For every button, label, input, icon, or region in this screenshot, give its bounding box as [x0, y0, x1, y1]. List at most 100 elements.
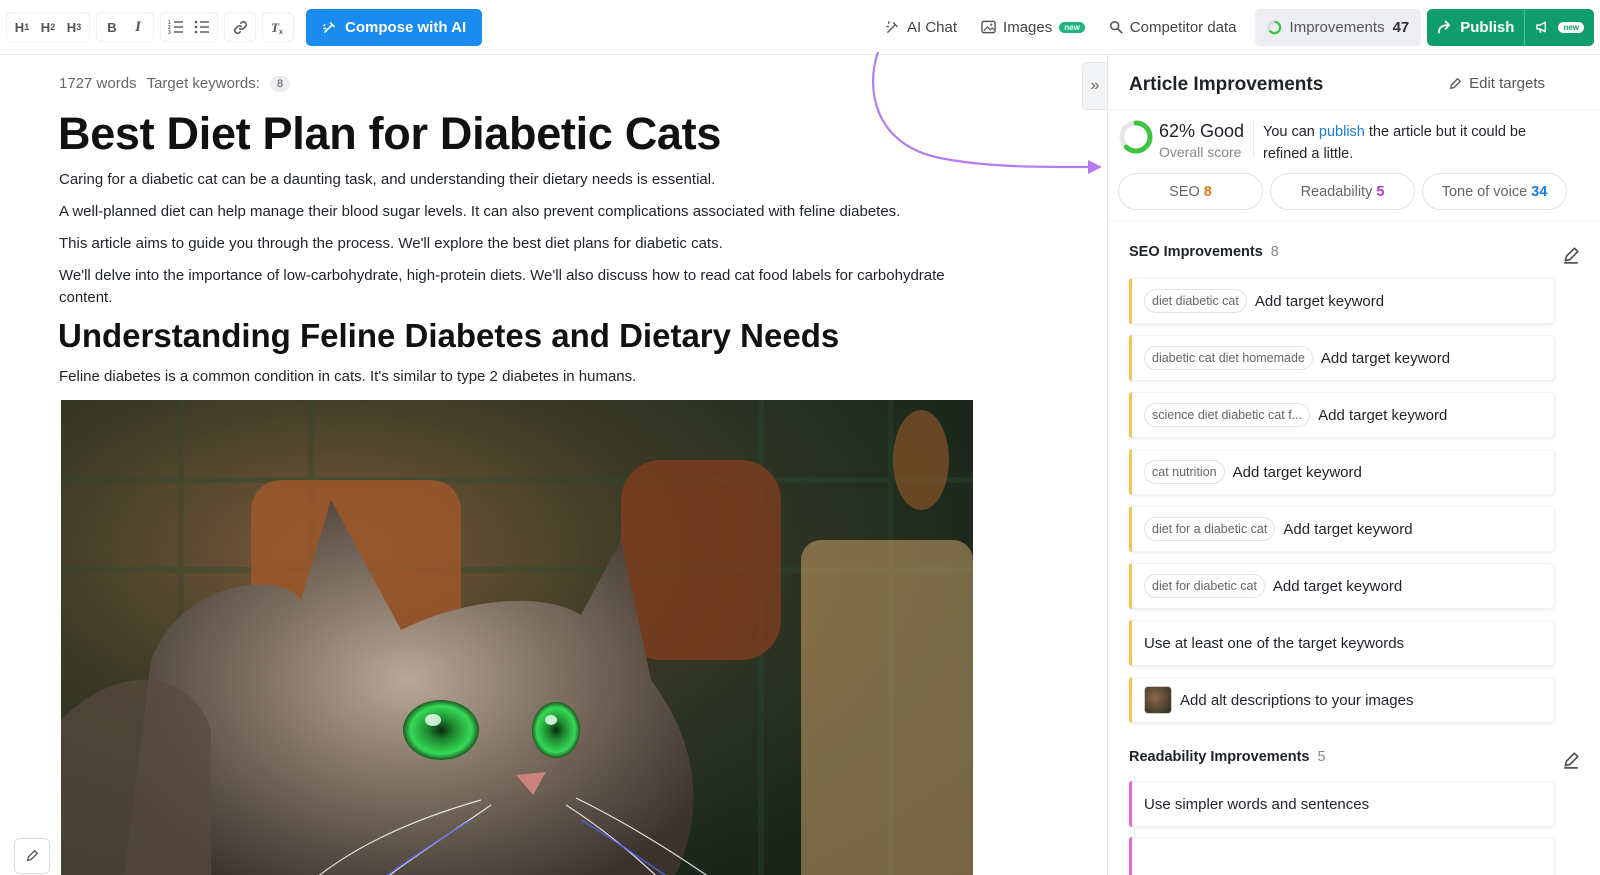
- images-label: Images: [1003, 18, 1053, 36]
- compose-with-ai-button[interactable]: Compose with AI: [306, 8, 483, 46]
- article-meta: 1727 words Target keywords: 8: [59, 75, 291, 92]
- floating-edit-button[interactable]: [14, 838, 50, 874]
- clear-format-group: Tx: [262, 12, 294, 42]
- heading-3-button[interactable]: H3: [62, 15, 86, 39]
- readability-section-title: Readability Improvements: [1129, 749, 1310, 765]
- search-icon: [1109, 20, 1123, 34]
- heading-2-button[interactable]: H2: [36, 15, 60, 39]
- keyword-chip: cat nutrition: [1144, 460, 1225, 484]
- item-text: Use at least one of the target keywords: [1144, 634, 1405, 652]
- pencil-icon[interactable]: [1562, 751, 1580, 769]
- paragraph[interactable]: Caring for a diabetic cat can be a daunt…: [59, 169, 999, 191]
- item-text: Add target keyword: [1254, 292, 1385, 310]
- section-heading[interactable]: Understanding Feline Diabetes and Dietar…: [58, 317, 839, 355]
- link-icon: [233, 20, 247, 34]
- target-keywords-count[interactable]: 8: [269, 75, 291, 92]
- item-text: Use simpler words and sentences: [1144, 795, 1370, 813]
- item-text: Add target keyword: [1283, 520, 1413, 538]
- seo-item[interactable]: diabetic cat diet homemade Add target ke…: [1129, 335, 1555, 381]
- h1-sub: 1: [24, 22, 30, 32]
- article-title[interactable]: Best Diet Plan for Diabetic Cats: [58, 108, 721, 160]
- svg-text:3: 3: [168, 30, 171, 34]
- divider: [1108, 109, 1600, 110]
- seo-item[interactable]: cat nutrition Add target keyword: [1129, 449, 1555, 495]
- improvements-label: Improvements: [1289, 18, 1385, 36]
- readability-item[interactable]: Use simpler words and sentences: [1129, 781, 1555, 827]
- improvements-count: 47: [1392, 18, 1410, 36]
- word-count: 1727 words: [59, 75, 137, 92]
- h2-sub: 2: [50, 22, 56, 32]
- competitor-data-button[interactable]: Competitor data: [1097, 9, 1249, 46]
- edit-targets-button[interactable]: Edit targets: [1448, 75, 1545, 92]
- item-text: Add target keyword: [1232, 463, 1362, 481]
- h1-label: H: [14, 19, 25, 35]
- ordered-list-icon: 123: [168, 20, 183, 34]
- h3-sub: 3: [76, 22, 82, 32]
- paragraph[interactable]: A well-planned diet can help manage thei…: [59, 201, 999, 223]
- italic-button[interactable]: I: [126, 15, 150, 39]
- clear-format-button[interactable]: Tx: [266, 15, 290, 39]
- seo-item[interactable]: science diet diabetic cat f... Add targe…: [1129, 392, 1555, 438]
- divider: [1108, 220, 1600, 221]
- magic-pen-icon: [323, 21, 335, 33]
- seo-item[interactable]: diet diabetic cat Add target keyword: [1129, 278, 1555, 324]
- publish-label: Publish: [1460, 18, 1515, 36]
- share-arrow-icon: [1438, 20, 1451, 34]
- h3-label: H: [66, 19, 77, 35]
- image-thumbnail: [1144, 686, 1172, 714]
- tab-label: SEO: [1169, 183, 1200, 200]
- readability-item[interactable]: [1129, 837, 1555, 875]
- target-keywords-label: Target keywords:: [146, 75, 260, 92]
- paragraph[interactable]: We'll delve into the importance of low-c…: [59, 265, 979, 309]
- seo-section-count: 8: [1270, 244, 1279, 260]
- publish-link[interactable]: publish: [1319, 124, 1365, 140]
- list-group: 123: [160, 12, 218, 42]
- bullet-list-button[interactable]: [190, 15, 214, 39]
- paragraph[interactable]: This article aims to guide you through t…: [59, 233, 999, 255]
- keyword-chip: diet for diabetic cat: [1144, 574, 1265, 598]
- pencil-icon[interactable]: [1562, 246, 1580, 264]
- keyword-chip: diabetic cat diet homemade: [1144, 346, 1313, 370]
- compose-label: Compose with AI: [345, 18, 467, 36]
- score-ring-icon: [1267, 20, 1281, 34]
- editor-toolbar: H1 H2 H3 B I 123 Tx Compose with AI AI C…: [0, 0, 1600, 55]
- ai-chat-icon: [886, 20, 898, 33]
- overall-score-label: Overall score: [1159, 144, 1242, 160]
- tab-readability[interactable]: Readability 5: [1270, 173, 1415, 210]
- svg-text:x: x: [279, 29, 283, 35]
- tab-tone-of-voice[interactable]: Tone of voice 34: [1422, 173, 1567, 210]
- link-button[interactable]: [228, 15, 252, 39]
- paragraph[interactable]: Feline diabetes is a common condition in…: [59, 366, 999, 388]
- collapse-panel-button[interactable]: »: [1082, 62, 1108, 110]
- item-text: Add target keyword: [1320, 349, 1451, 367]
- megaphone-icon: [1536, 21, 1547, 33]
- cat-image[interactable]: [61, 400, 973, 875]
- pencil-icon: [26, 850, 38, 862]
- improvement-tabs: SEO 8 Readability 5 Tone of voice 34: [1118, 173, 1567, 210]
- ai-chat-button[interactable]: AI Chat: [873, 9, 969, 46]
- score-message: You can publish the article but it could…: [1263, 121, 1563, 165]
- pointer-arrow: [871, 51, 1102, 174]
- clear-format-icon: Tx: [271, 20, 283, 35]
- seo-item[interactable]: diet for diabetic cat Add target keyword: [1129, 563, 1555, 609]
- h2-label: H: [40, 19, 51, 35]
- readability-section-header: Readability Improvements 5: [1129, 749, 1326, 765]
- improvements-button[interactable]: Improvements 47: [1254, 8, 1422, 46]
- competitor-data-label: Competitor data: [1129, 18, 1237, 36]
- heading-1-button[interactable]: H1: [10, 15, 34, 39]
- heading-group: H1 H2 H3: [6, 12, 90, 42]
- double-chevron-right-icon: »: [1090, 77, 1100, 94]
- tab-seo[interactable]: SEO 8: [1118, 173, 1263, 210]
- seo-item[interactable]: Use at least one of the target keywords: [1129, 620, 1555, 666]
- publish-button[interactable]: Publish new: [1427, 8, 1594, 46]
- seo-item[interactable]: diet for a diabetic cat Add target keywo…: [1129, 506, 1555, 552]
- bold-button[interactable]: B: [100, 15, 124, 39]
- images-button[interactable]: Images new: [969, 9, 1097, 46]
- ai-chat-label: AI Chat: [907, 18, 958, 36]
- keyword-chip: science diet diabetic cat f...: [1144, 403, 1311, 427]
- seo-section-title: SEO Improvements: [1129, 244, 1263, 260]
- seo-section-header: SEO Improvements 8: [1129, 244, 1279, 260]
- ordered-list-button[interactable]: 123: [164, 15, 188, 39]
- publish-separator: [1524, 8, 1526, 46]
- seo-item[interactable]: Add alt descriptions to your images: [1129, 677, 1555, 723]
